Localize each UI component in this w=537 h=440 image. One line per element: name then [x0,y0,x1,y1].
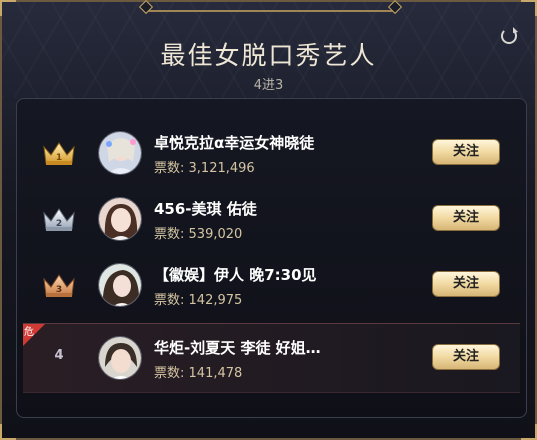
streamer-name[interactable]: 【徽娱】伊人 晚7:30见 [154,264,364,285]
svg-text:2: 2 [56,219,62,229]
list-item: 2 456-美琪 佑徒 票数: 539,020 关注 [23,185,520,255]
corner-ornament [521,0,537,16]
stage-subtitle: 4进3 [253,78,284,93]
list-item: 1 卓悦克拉α幸运女神晓徒 票数: 3,121,496 关注 [23,119,520,189]
svg-text:3: 3 [56,285,62,295]
follow-button[interactable]: 关注 [432,271,500,297]
vote-count: 票数: 539,020 [154,227,243,242]
danger-badge-label: 危 [24,327,34,338]
gold-crown-icon: 1 [43,142,75,165]
avatar[interactable] [98,336,142,380]
panel-title: 最佳女脱口秀艺人 [160,41,377,70]
vote-count: 票数: 3,121,496 [154,161,255,176]
svg-text:1: 1 [56,153,62,163]
corner-ornament [0,0,16,16]
ranking-panel: 最佳女脱口秀艺人 4进3 1 卓悦克拉α幸运女神晓徒 票数: 3,121,496… [0,0,537,440]
corner-ornament [0,424,16,440]
silver-crown-icon: 2 [43,208,75,231]
rank-number: 4 [54,348,64,363]
vote-count: 票数: 141,478 [154,366,243,381]
follow-button[interactable]: 关注 [432,139,500,165]
refresh-icon[interactable] [501,27,518,44]
avatar[interactable] [98,131,142,175]
avatar[interactable] [98,197,142,241]
header-ornament [147,0,394,12]
vote-count: 票数: 142,975 [154,293,243,308]
follow-button[interactable]: 关注 [432,344,500,370]
corner-ornament [521,424,537,440]
streamer-name[interactable]: 华炬-刘夏天 李徒 好姐… [154,337,364,358]
streamer-name[interactable]: 卓悦克拉α幸运女神晓徒 [154,132,364,153]
avatar[interactable] [98,263,142,307]
streamer-name[interactable]: 456-美琪 佑徒 [154,198,364,219]
ranking-list: 1 卓悦克拉α幸运女神晓徒 票数: 3,121,496 关注 2 456-美琪 … [16,98,527,418]
follow-button[interactable]: 关注 [432,205,500,231]
list-item: 危 4 华炬-刘夏天 李徒 好姐… 票数: 141,478 关注 [23,323,520,393]
list-item: 3 【徽娱】伊人 晚7:30见 票数: 142,975 关注 [23,251,520,321]
bronze-crown-icon: 3 [43,274,75,297]
